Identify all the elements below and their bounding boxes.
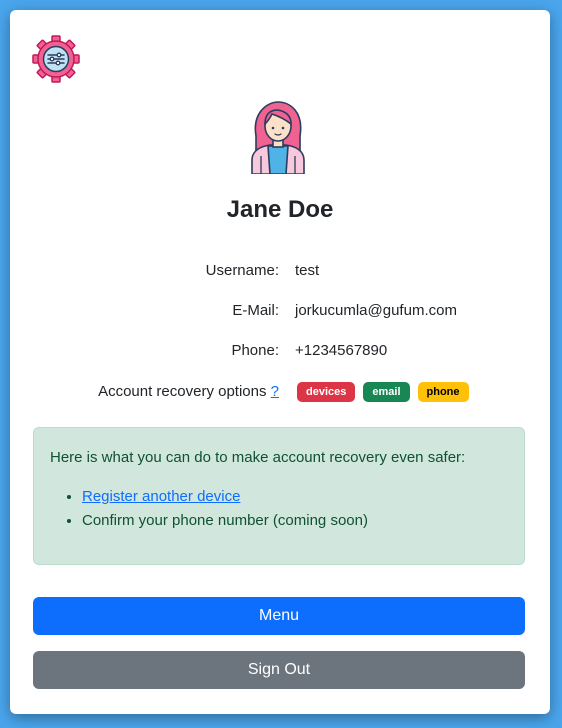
profile-card: Jane Doe Username: test E-Mail: jorkucum… [10,10,550,714]
phone-row: Phone: +1234567890 [10,339,550,363]
email-row: E-Mail: jorkucumla@gufum.com [10,299,550,323]
alert-text: Here is what you can do to make account … [50,449,466,466]
recovery-options-row: Account recovery options ? devices email… [10,379,550,405]
badge-phone: phone [417,382,469,402]
recovery-options-label: Account recovery options ? [98,379,279,405]
badge-email: email [363,382,410,402]
settings-gear-icon[interactable] [32,35,80,83]
username-label: Username: [205,262,279,279]
recovery-help-link[interactable]: ? [271,383,279,400]
email-value: jorkucumla@gufum.com [295,302,457,319]
phone-value: +1234567890 [295,342,388,359]
list-item: Register another device [82,485,508,509]
recovery-tips-alert: Here is what you can do to make account … [33,427,525,565]
username-row: Username: test [10,259,550,283]
list-item: Confirm your phone number (coming soon) [82,509,508,533]
sign-out-button[interactable]: Sign Out [33,651,525,689]
menu-button[interactable]: Menu [33,597,525,635]
register-device-link[interactable]: Register another device [82,488,240,505]
recovery-badges: devices email phone [297,382,469,402]
alert-list: Register another device Confirm your pho… [50,485,508,533]
user-full-name: Jane Doe [226,196,334,223]
recovery-options-text: Account recovery options [98,383,267,400]
email-label: E-Mail: [232,302,279,319]
badge-devices: devices [297,382,356,402]
username-value: test [295,262,320,279]
phone-label: Phone: [231,342,279,359]
user-avatar-icon [246,98,310,175]
